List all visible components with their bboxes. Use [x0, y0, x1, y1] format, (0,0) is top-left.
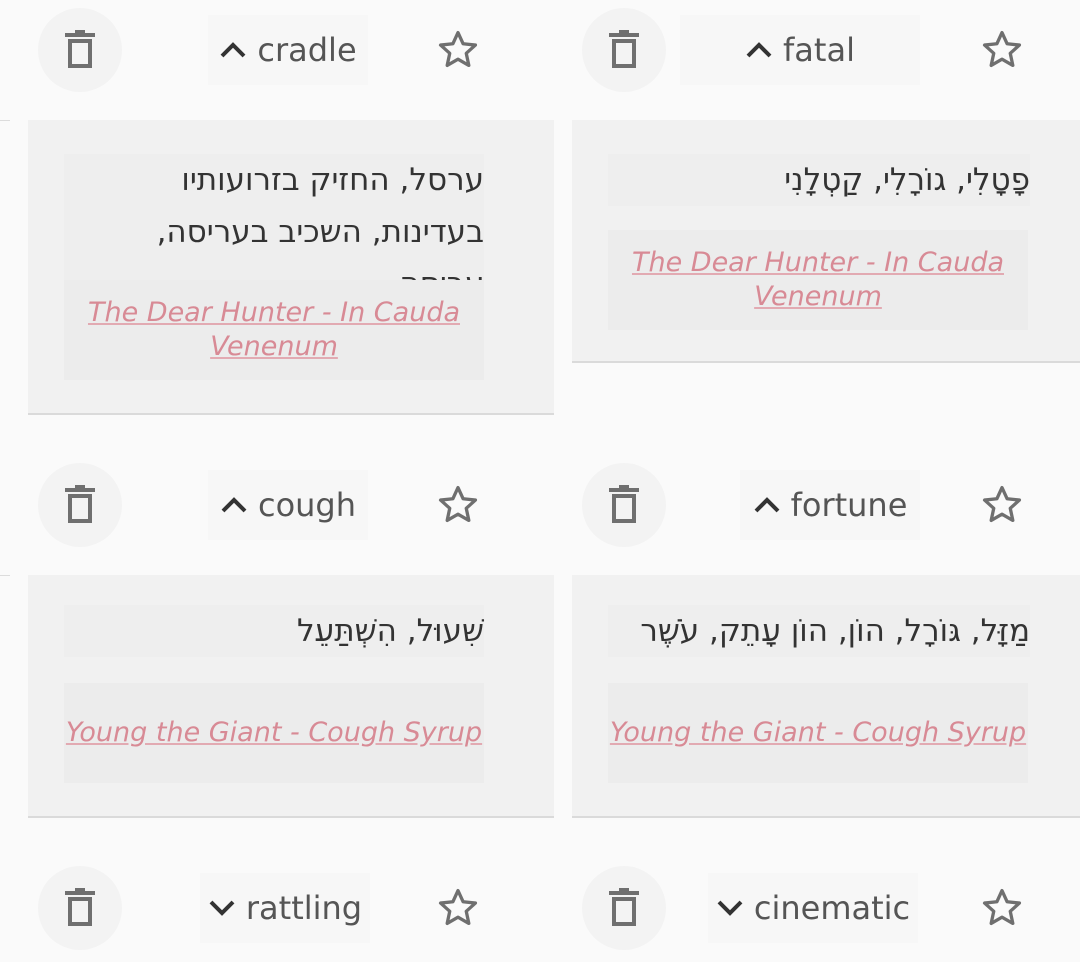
translation-text: שִׁעוּל, הִשְׁתַּעֵל [64, 605, 484, 657]
source-link[interactable]: The Dear Hunter - In Cauda Venenum [608, 230, 1028, 330]
translation-text: מַזָּל, גּוֹרָל, הוֹן, הוֹן עָתֵק, עֹשֶׁ… [608, 605, 1030, 657]
trash-icon [65, 30, 95, 68]
word-label: cinematic [753, 889, 911, 927]
delete-button[interactable] [582, 866, 666, 950]
favorite-button[interactable] [428, 475, 488, 535]
card-body: מַזָּל, גּוֹרָל, הוֹן, הוֹן עָתֵק, עֹשֶׁ… [572, 575, 1080, 818]
flashcards-page: cradle ערסל, החזיק בזרועותיו בעדינות, הש… [0, 0, 1080, 962]
card-body: שִׁעוּל, הִשְׁתַּעֵל Young the Giant - C… [28, 575, 554, 818]
trash-icon [609, 888, 639, 926]
card-header: cradle [28, 0, 554, 100]
favorite-button[interactable] [428, 878, 488, 938]
expand-toggle[interactable]: fortune [740, 470, 920, 540]
card-header: cough [28, 455, 554, 555]
divider [0, 575, 10, 576]
source-link[interactable]: The Dear Hunter - In Cauda Venenum [64, 280, 484, 380]
favorite-button[interactable] [428, 20, 488, 80]
word-card-fatal: fatal פָטָלִי, גוֹרָלִי, קַטְלָנִי The D… [572, 0, 1080, 363]
expand-toggle[interactable]: rattling [200, 873, 370, 943]
divider [0, 120, 10, 121]
source-link[interactable]: Young the Giant - Cough Syrup [64, 683, 484, 783]
delete-button[interactable] [582, 463, 666, 547]
star-outline-icon [438, 30, 478, 68]
chevron-up-icon [220, 491, 248, 519]
expand-toggle[interactable]: cradle [208, 15, 368, 85]
card-body: ערסל, החזיק בזרועותיו בעדינות, השכיב בער… [28, 120, 554, 415]
word-card-cough: cough שִׁעוּל, הִשְׁתַּעֵל Young the Gia… [28, 455, 554, 818]
trash-icon [609, 30, 639, 68]
delete-button[interactable] [582, 8, 666, 92]
word-card-cradle: cradle ערסל, החזיק בזרועותיו בעדינות, הש… [28, 0, 554, 415]
word-label: cradle [257, 31, 357, 69]
star-outline-icon [982, 30, 1022, 68]
translation-text: פָטָלִי, גוֹרָלִי, קַטְלָנִי [608, 154, 1030, 206]
star-outline-icon [982, 888, 1022, 926]
card-header: cinematic [572, 858, 1080, 958]
word-card-rattling: rattling [28, 858, 554, 962]
card-header: fatal [572, 0, 1080, 100]
chevron-down-icon [208, 894, 236, 922]
word-label: rattling [245, 889, 363, 927]
card-header: fortune [572, 455, 1080, 555]
delete-button[interactable] [38, 866, 122, 950]
star-outline-icon [438, 888, 478, 926]
card-header: rattling [28, 858, 554, 958]
word-label: fatal [783, 31, 855, 69]
star-outline-icon [982, 485, 1022, 523]
word-card-fortune: fortune מַזָּל, גּוֹרָל, הוֹן, הוֹן עָתֵ… [572, 455, 1080, 818]
word-label: fortune [790, 486, 908, 524]
star-outline-icon [438, 485, 478, 523]
source-text: Young the Giant - Cough Syrup [65, 717, 483, 748]
source-text: The Dear Hunter - In Cauda Venenum [87, 297, 460, 362]
source-text: The Dear Hunter - In Cauda Venenum [631, 247, 1004, 312]
chevron-up-icon [753, 491, 781, 519]
chevron-up-icon [745, 36, 773, 64]
card-body: פָטָלִי, גוֹרָלִי, קַטְלָנִי The Dear Hu… [572, 120, 1080, 363]
word-label: cough [257, 486, 357, 524]
source-link[interactable]: Young the Giant - Cough Syrup [608, 683, 1028, 783]
expand-toggle[interactable]: fatal [680, 15, 920, 85]
chevron-down-icon [716, 894, 744, 922]
delete-button[interactable] [38, 8, 122, 92]
expand-toggle[interactable]: cough [208, 470, 368, 540]
favorite-button[interactable] [972, 878, 1032, 938]
delete-button[interactable] [38, 463, 122, 547]
trash-icon [65, 888, 95, 926]
trash-icon [65, 485, 95, 523]
favorite-button[interactable] [972, 475, 1032, 535]
favorite-button[interactable] [972, 20, 1032, 80]
source-text: Young the Giant - Cough Syrup [609, 717, 1027, 748]
word-card-cinematic: cinematic [572, 858, 1080, 962]
chevron-up-icon [219, 36, 247, 64]
trash-icon [609, 485, 639, 523]
expand-toggle[interactable]: cinematic [708, 873, 918, 943]
